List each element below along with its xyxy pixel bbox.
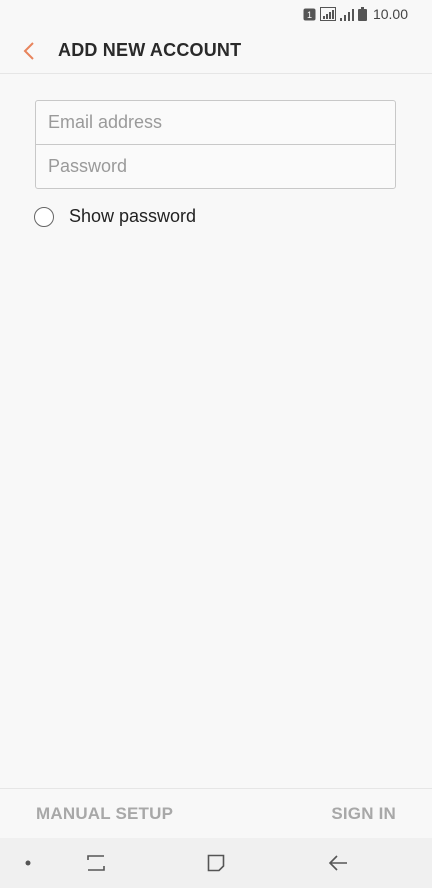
clock-time: 10.00 [372, 6, 408, 22]
dot-icon [25, 860, 31, 866]
email-field[interactable] [36, 101, 395, 144]
sim-card-icon: 1 [303, 8, 316, 20]
show-password-radio[interactable] [34, 206, 54, 227]
signal-bars-icon [339, 8, 354, 21]
manual-setup-button[interactable]: MANUAL SETUP [36, 804, 173, 824]
battery-icon [357, 7, 367, 21]
account-form [35, 100, 396, 189]
recents-icon [87, 855, 105, 871]
signal-strength-icon [319, 7, 336, 21]
home-button[interactable] [196, 838, 236, 888]
password-field[interactable] [36, 145, 395, 188]
show-password-label: Show password [69, 206, 197, 226]
home-icon [207, 854, 225, 872]
recents-button[interactable] [76, 838, 116, 888]
show-password-toggle[interactable]: Show password [34, 206, 196, 227]
back-arrow-icon [328, 855, 347, 871]
navigation-bar [0, 838, 432, 888]
system-back-button[interactable] [318, 838, 358, 888]
sign-in-button[interactable]: SIGN IN [331, 804, 396, 824]
status-bar: 1 10.00 [0, 0, 432, 28]
svg-text:1: 1 [307, 10, 312, 20]
page-title: ADD NEW ACCOUNT [58, 40, 242, 60]
bottom-action-bar: MANUAL SETUP SIGN IN [0, 788, 432, 838]
back-button[interactable] [0, 28, 58, 74]
app-bar: ADD NEW ACCOUNT [0, 28, 432, 74]
chevron-left-icon [23, 41, 34, 60]
nav-dot-button[interactable] [14, 838, 42, 888]
